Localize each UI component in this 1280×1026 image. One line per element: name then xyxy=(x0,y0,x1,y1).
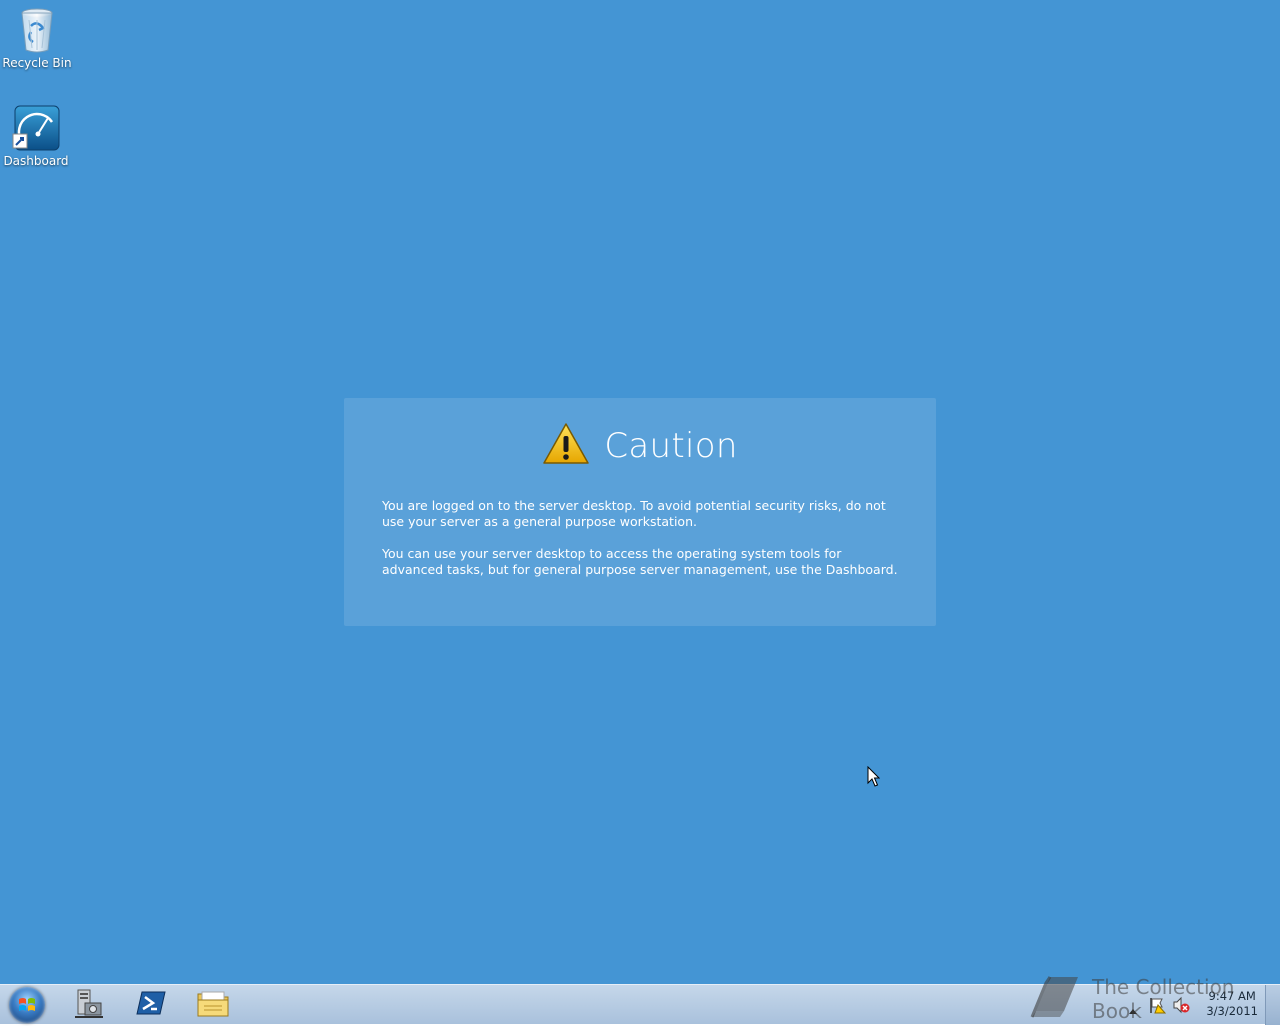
recycle-bin-shortcut[interactable]: Recycle Bin xyxy=(1,6,73,71)
powershell-icon xyxy=(136,990,166,1020)
dashboard-label: Dashboard xyxy=(3,154,69,168)
warning-icon xyxy=(542,422,590,470)
clock-time: 9:47 AM xyxy=(1208,989,1256,1003)
recycle-bin-icon xyxy=(13,6,61,54)
taskbar: 9:47 AM 3/3/2011 xyxy=(0,984,1280,1025)
caution-paragraph-1: You are logged on to the server desktop.… xyxy=(382,498,886,529)
dashboard-shortcut[interactable]: Dashboard xyxy=(0,104,72,169)
clock-date: 3/3/2011 xyxy=(1206,1004,1258,1018)
show-hidden-icons-arrow[interactable] xyxy=(1128,1000,1138,1019)
show-desktop-button[interactable] xyxy=(1265,985,1280,1025)
caution-panel: Caution You are logged on to the server … xyxy=(344,398,936,626)
caution-header: Caution xyxy=(382,422,898,470)
server-manager-icon xyxy=(73,987,105,1023)
recycle-bin-label: Recycle Bin xyxy=(2,56,72,70)
start-orb-icon xyxy=(9,987,45,1023)
speaker-muted-icon[interactable] xyxy=(1172,996,1190,1018)
taskbar-powershell-button[interactable] xyxy=(124,987,178,1023)
caution-paragraph-2: You can use your server desktop to acces… xyxy=(382,546,898,577)
mouse-cursor-icon xyxy=(867,765,881,791)
start-button[interactable] xyxy=(2,987,52,1023)
file-explorer-icon xyxy=(196,988,230,1022)
taskbar-server-manager-button[interactable] xyxy=(62,987,116,1023)
clock[interactable]: 9:47 AM 3/3/2011 xyxy=(1206,989,1258,1019)
action-center-flag-icon[interactable] xyxy=(1148,996,1167,1018)
taskbar-file-explorer-button[interactable] xyxy=(186,987,240,1023)
dashboard-icon xyxy=(12,104,60,152)
desktop[interactable]: Recycle Bin Dashboard Caution You are lo… xyxy=(0,0,1280,984)
caution-title: Caution xyxy=(604,426,738,466)
system-tray: 9:47 AM 3/3/2011 xyxy=(1120,985,1280,1025)
